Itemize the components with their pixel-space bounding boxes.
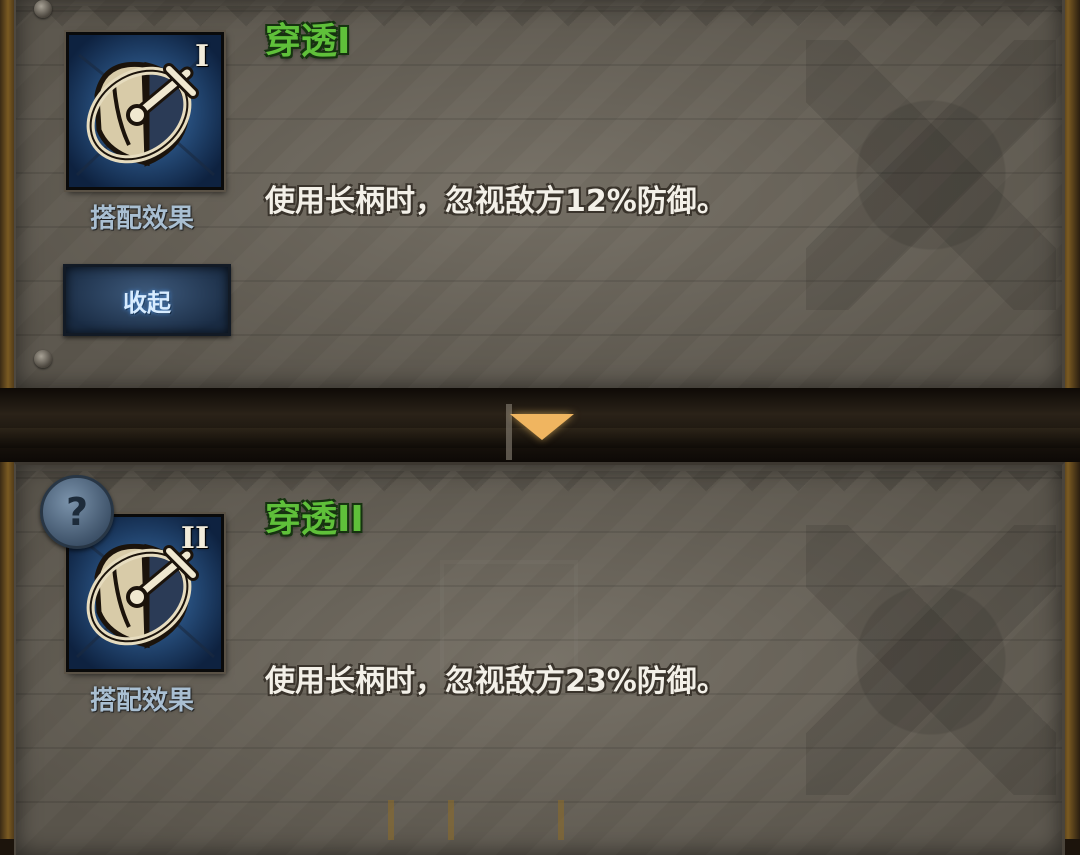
- down-arrow-icon[interactable]: [510, 414, 574, 440]
- decor-zigzag: [16, 471, 1062, 507]
- decor-emblem: [806, 525, 1056, 795]
- rank-numeral: I: [194, 39, 209, 74]
- rivet: [34, 0, 52, 18]
- rivet: [34, 350, 52, 368]
- skill-description: 使用长柄时，忽视敌方12%防御。: [265, 184, 727, 219]
- skill-title: 穿透II: [265, 499, 364, 540]
- skill-icon-1[interactable]: I: [66, 32, 224, 190]
- rank-numeral: II: [180, 521, 209, 556]
- decor-emblem: [806, 40, 1056, 310]
- help-icon[interactable]: ?: [40, 475, 114, 549]
- combo-effect-label: 搭配效果: [89, 686, 194, 716]
- skill-description: 使用长柄时，忽视敌方23%防御。: [265, 664, 727, 699]
- decor-gold: [388, 800, 638, 840]
- combo-effect-label: 搭配效果: [89, 204, 194, 234]
- collapse-button[interactable]: 收起: [63, 264, 231, 336]
- skill-title: 穿透I: [265, 21, 351, 62]
